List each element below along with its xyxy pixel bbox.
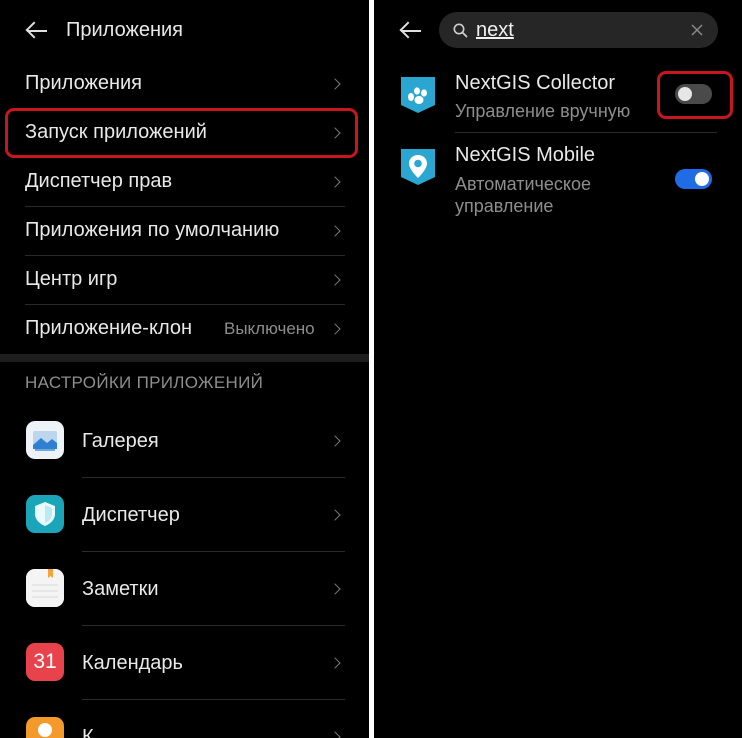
highlight-frame: [5, 108, 358, 158]
menu-item-label: Приложение-клон: [25, 317, 193, 339]
app-status: Автоматическое: [455, 174, 592, 194]
menu-item-label: Приложения: [25, 72, 143, 94]
menu-item-label: Центр игр: [25, 268, 118, 290]
menu-item-permissions[interactable]: Диспетчер прав: [0, 158, 369, 206]
chevron-right-icon: [329, 657, 341, 669]
notes-icon: [26, 569, 64, 607]
chevron-right-icon: [329, 274, 341, 286]
section-separator: [0, 354, 369, 362]
app-label: Календарь: [82, 652, 183, 674]
app-label: К: [82, 726, 94, 738]
chevron-right-icon: [329, 225, 341, 237]
app-name: NextGIS Mobile: [455, 144, 596, 166]
toggle-knob: [695, 172, 709, 186]
menu-item-game-center[interactable]: Центр игр: [0, 256, 369, 304]
app-twin-status: Выключено: [224, 319, 315, 338]
chevron-right-icon: [329, 583, 341, 595]
divider: [455, 132, 717, 133]
search-input[interactable]: next: [476, 19, 514, 42]
chevron-right-icon: [329, 176, 341, 188]
contacts-icon: [26, 717, 64, 738]
chevron-right-icon: [329, 323, 341, 335]
launch-toggle-mobile[interactable]: [675, 169, 712, 189]
back-arrow-icon[interactable]: [399, 21, 423, 41]
app-launch-panel: next NextGIS Collector Управление вручну…: [374, 0, 742, 738]
chevron-right-icon: [329, 509, 341, 521]
section-title: НАСТРОЙКИ ПРИЛОЖЕНИЙ: [25, 373, 264, 392]
calendar-icon: 31: [26, 643, 64, 681]
shield-icon: [26, 495, 64, 533]
app-label: Галерея: [82, 430, 159, 452]
clear-icon[interactable]: [691, 24, 703, 36]
chevron-right-icon: [329, 78, 341, 90]
chevron-right-icon: [329, 731, 341, 738]
app-row-gallery[interactable]: Галерея: [0, 404, 369, 477]
app-status: управление: [455, 196, 554, 216]
app-row-nextgis-mobile: NextGIS Mobile Автоматическое управление: [374, 135, 742, 225]
back-arrow-icon[interactable]: [25, 21, 49, 41]
chevron-right-icon: [329, 435, 341, 447]
app-settings-panel: Приложения Приложения Запуск приложений …: [0, 0, 369, 738]
highlight-frame: [657, 71, 733, 119]
app-row-manager[interactable]: Диспетчер: [0, 478, 369, 551]
paw-icon: [399, 75, 437, 115]
gallery-icon: [26, 421, 64, 459]
app-label: Диспетчер: [82, 504, 180, 526]
menu-item-label: Приложения по умолчанию: [25, 219, 280, 241]
menu-item-default-apps[interactable]: Приложения по умолчанию: [0, 207, 369, 255]
app-row-notes[interactable]: Заметки: [0, 552, 369, 625]
app-row-contacts[interactable]: К: [0, 700, 369, 738]
search-bar: next: [439, 12, 718, 48]
page-title: Приложения: [66, 19, 184, 41]
app-name: NextGIS Collector: [455, 72, 616, 94]
search-icon: [453, 23, 468, 38]
app-label: Заметки: [82, 578, 159, 600]
app-row-calendar[interactable]: 31 Календарь: [0, 626, 369, 699]
app-status: Управление вручную: [455, 101, 631, 121]
menu-item-app-twin[interactable]: Приложение-клон Выключено: [0, 305, 369, 353]
menu-item-apps[interactable]: Приложения: [0, 60, 369, 108]
location-pin-icon: [399, 147, 437, 187]
menu-item-label: Диспетчер прав: [25, 170, 173, 192]
